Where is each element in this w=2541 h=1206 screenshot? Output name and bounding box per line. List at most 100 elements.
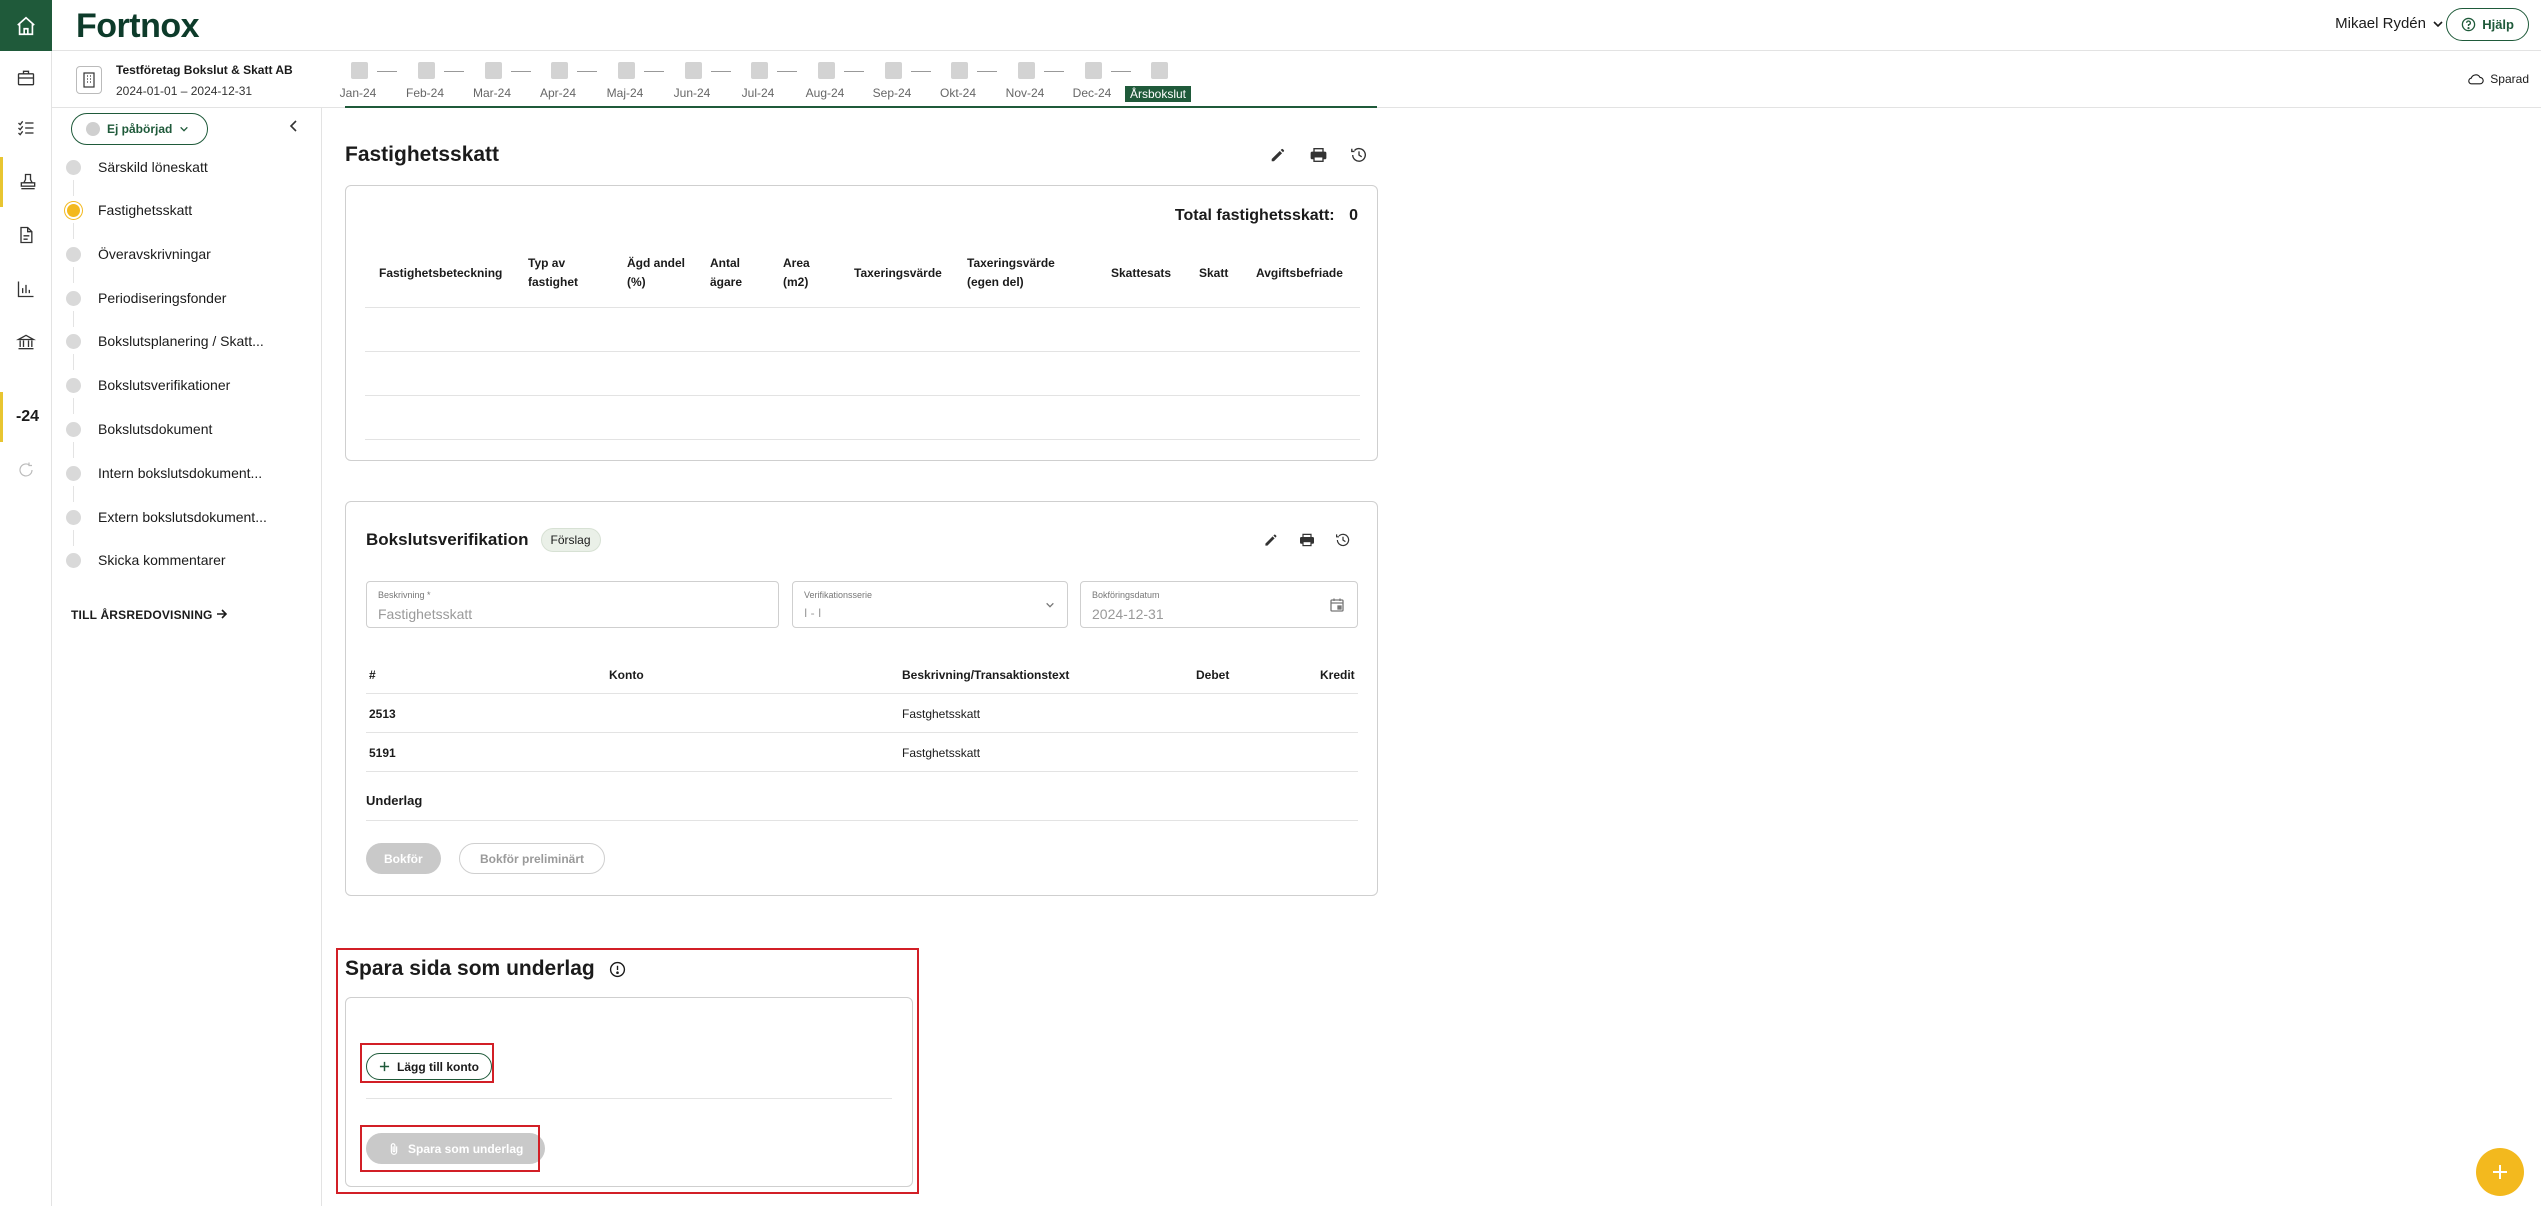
step-indicator [66, 465, 81, 481]
chevron-down-icon [1046, 602, 1054, 608]
step-indicator [66, 159, 81, 175]
description-field[interactable]: Beskrivning * Fastighetsskatt [366, 581, 779, 628]
user-name: Mikael Rydén [2335, 15, 2426, 32]
voucher-toolbar [1263, 532, 1351, 548]
lock-icon [1151, 62, 1168, 79]
step-sarskild-loneskatt[interactable]: Särskild löneskatt [52, 152, 322, 196]
step-bokslutsverifikationer[interactable]: Bokslutsverifikationer [52, 370, 322, 414]
voucher-title: Bokslutsverifikation [366, 530, 529, 549]
calendar-icon[interactable] [1329, 597, 1345, 613]
col-taxeringsvarde: Taxeringsvärde [854, 266, 942, 280]
lock-icon [351, 62, 368, 79]
company-period: 2024-01-01 – 2024-12-31 [116, 84, 253, 98]
month-sep[interactable]: Sep-24 [872, 60, 931, 104]
help-icon [2461, 17, 2476, 32]
print-icon[interactable] [1299, 532, 1315, 548]
to-annual-report-link[interactable]: TILL ÅRSREDOVISNING [71, 608, 228, 622]
col-typ-av-fastighet: Typ av fastighet [528, 256, 579, 289]
month-nov[interactable]: Nov-24 [1005, 60, 1064, 104]
step-extern-bokslutsdokument[interactable]: Extern bokslutsdokument... [52, 502, 322, 546]
lock-icon [818, 62, 835, 79]
step-bokslutsdokument[interactable]: Bokslutsdokument [52, 414, 322, 458]
month-jan[interactable]: Jan-24 [338, 60, 397, 104]
month-jun[interactable]: Jun-24 [672, 60, 731, 104]
add-fab-button[interactable] [2476, 1148, 2524, 1196]
lock-icon [885, 62, 902, 79]
step-indicator [66, 421, 81, 437]
building-icon [83, 72, 95, 88]
voucher-card: Bokslutsverifikation Förslag Beskrivning… [345, 501, 1378, 896]
col-skatt: Skatt [1199, 266, 1229, 280]
month-maj[interactable]: Maj-24 [605, 60, 664, 104]
top-bar: Fortnox Mikael Rydén Hjälp [52, 0, 2541, 51]
help-button[interactable]: Hjälp [2446, 8, 2529, 41]
status-indicator [86, 122, 100, 136]
document-icon [20, 226, 33, 244]
step-indicator [66, 377, 81, 393]
rail-stamp[interactable] [0, 157, 52, 207]
rail-checklist[interactable] [0, 103, 52, 153]
property-tax-title: Fastighetsskatt [345, 143, 500, 166]
rail-bank[interactable] [0, 317, 52, 367]
rail-briefcase[interactable] [0, 53, 52, 103]
home-button[interactable] [0, 0, 52, 51]
book-preliminary-button[interactable]: Bokför preliminärt [459, 843, 606, 874]
col-skattesats: Skattesats [1111, 266, 1172, 280]
total-property-tax: Total fastighetsskatt: 0 [1175, 207, 1358, 225]
user-menu[interactable]: Mikael Rydén [2335, 15, 2444, 32]
lock-icon [618, 62, 635, 79]
step-intern-bokslutsdokument[interactable]: Intern bokslutsdokument... [52, 458, 322, 502]
step-overavskrivningar[interactable]: Överavskrivningar [52, 239, 322, 283]
rail-document[interactable] [0, 210, 52, 260]
chevron-left-icon [289, 120, 297, 132]
row-description: Fastghetsskatt [902, 746, 981, 760]
edit-icon[interactable] [1269, 146, 1287, 164]
rail-chart[interactable] [0, 264, 52, 314]
month-aug[interactable]: Aug-24 [805, 60, 864, 104]
history-icon[interactable] [1335, 532, 1351, 548]
company-icon[interactable] [76, 66, 102, 94]
month-jul[interactable]: Jul-24 [738, 60, 797, 104]
fortnox-logo[interactable]: Fortnox [76, 7, 200, 46]
step-skicka-kommentarer[interactable]: Skicka kommentarer [52, 545, 322, 575]
month-apr[interactable]: Apr-24 [538, 60, 597, 104]
series-select-value: I - I [804, 606, 822, 620]
company-name[interactable]: Testföretag Bokslut & Skatt AB [116, 63, 293, 77]
step-periodiseringsfonder[interactable]: Periodiseringsfonder [52, 283, 322, 327]
lock-icon [551, 62, 568, 79]
col-antal-agare: Antal ägare [710, 256, 743, 289]
total-property-tax-value: 0 [1349, 207, 1358, 224]
rail-refresh[interactable] [0, 445, 52, 495]
month-okt[interactable]: Okt-24 [938, 60, 997, 104]
month-arsbokslut[interactable]: Årsbokslut [1125, 60, 1191, 104]
refresh-icon [19, 462, 33, 477]
month-feb[interactable]: Feb-24 [405, 60, 464, 104]
table-divider [366, 693, 1358, 694]
step-fastighetsskatt[interactable]: Fastighetsskatt [52, 195, 322, 239]
month-mar[interactable]: Mar-24 [472, 60, 531, 104]
col-debet: Debet [1196, 668, 1230, 682]
step-bokslutsplanering[interactable]: Bokslutsplanering / Skatt... [52, 326, 322, 370]
rail-year[interactable]: -24 [0, 392, 52, 442]
book-button[interactable]: Bokför [366, 843, 441, 874]
plus-icon [2493, 1165, 2507, 1179]
status-dropdown[interactable]: Ej påbörjad [71, 113, 208, 145]
home-icon [17, 16, 35, 35]
description-field-value: Fastighetsskatt [378, 606, 473, 622]
col-beskrivning: Beskrivning/Transaktionstext [902, 668, 1070, 682]
booking-date-field[interactable]: Bokföringsdatum 2024-12-31 [1080, 581, 1358, 628]
table-divider [365, 307, 1360, 308]
print-icon[interactable] [1309, 146, 1328, 164]
lock-icon [418, 62, 435, 79]
stamp-icon [20, 173, 35, 190]
table-divider [366, 732, 1358, 733]
step-indicator [66, 509, 81, 525]
history-icon[interactable] [1350, 146, 1368, 164]
collapse-sidebar-button[interactable] [288, 119, 300, 138]
month-dec[interactable]: Dec-24 [1072, 60, 1131, 104]
help-label: Hjälp [2482, 17, 2514, 32]
series-select[interactable]: Verifikationsserie I - I [792, 581, 1068, 628]
step-sidebar: Ej påbörjad Särskild löneskatt Fastighet… [52, 108, 322, 1206]
edit-icon[interactable] [1263, 532, 1279, 548]
lock-icon [1018, 62, 1035, 79]
